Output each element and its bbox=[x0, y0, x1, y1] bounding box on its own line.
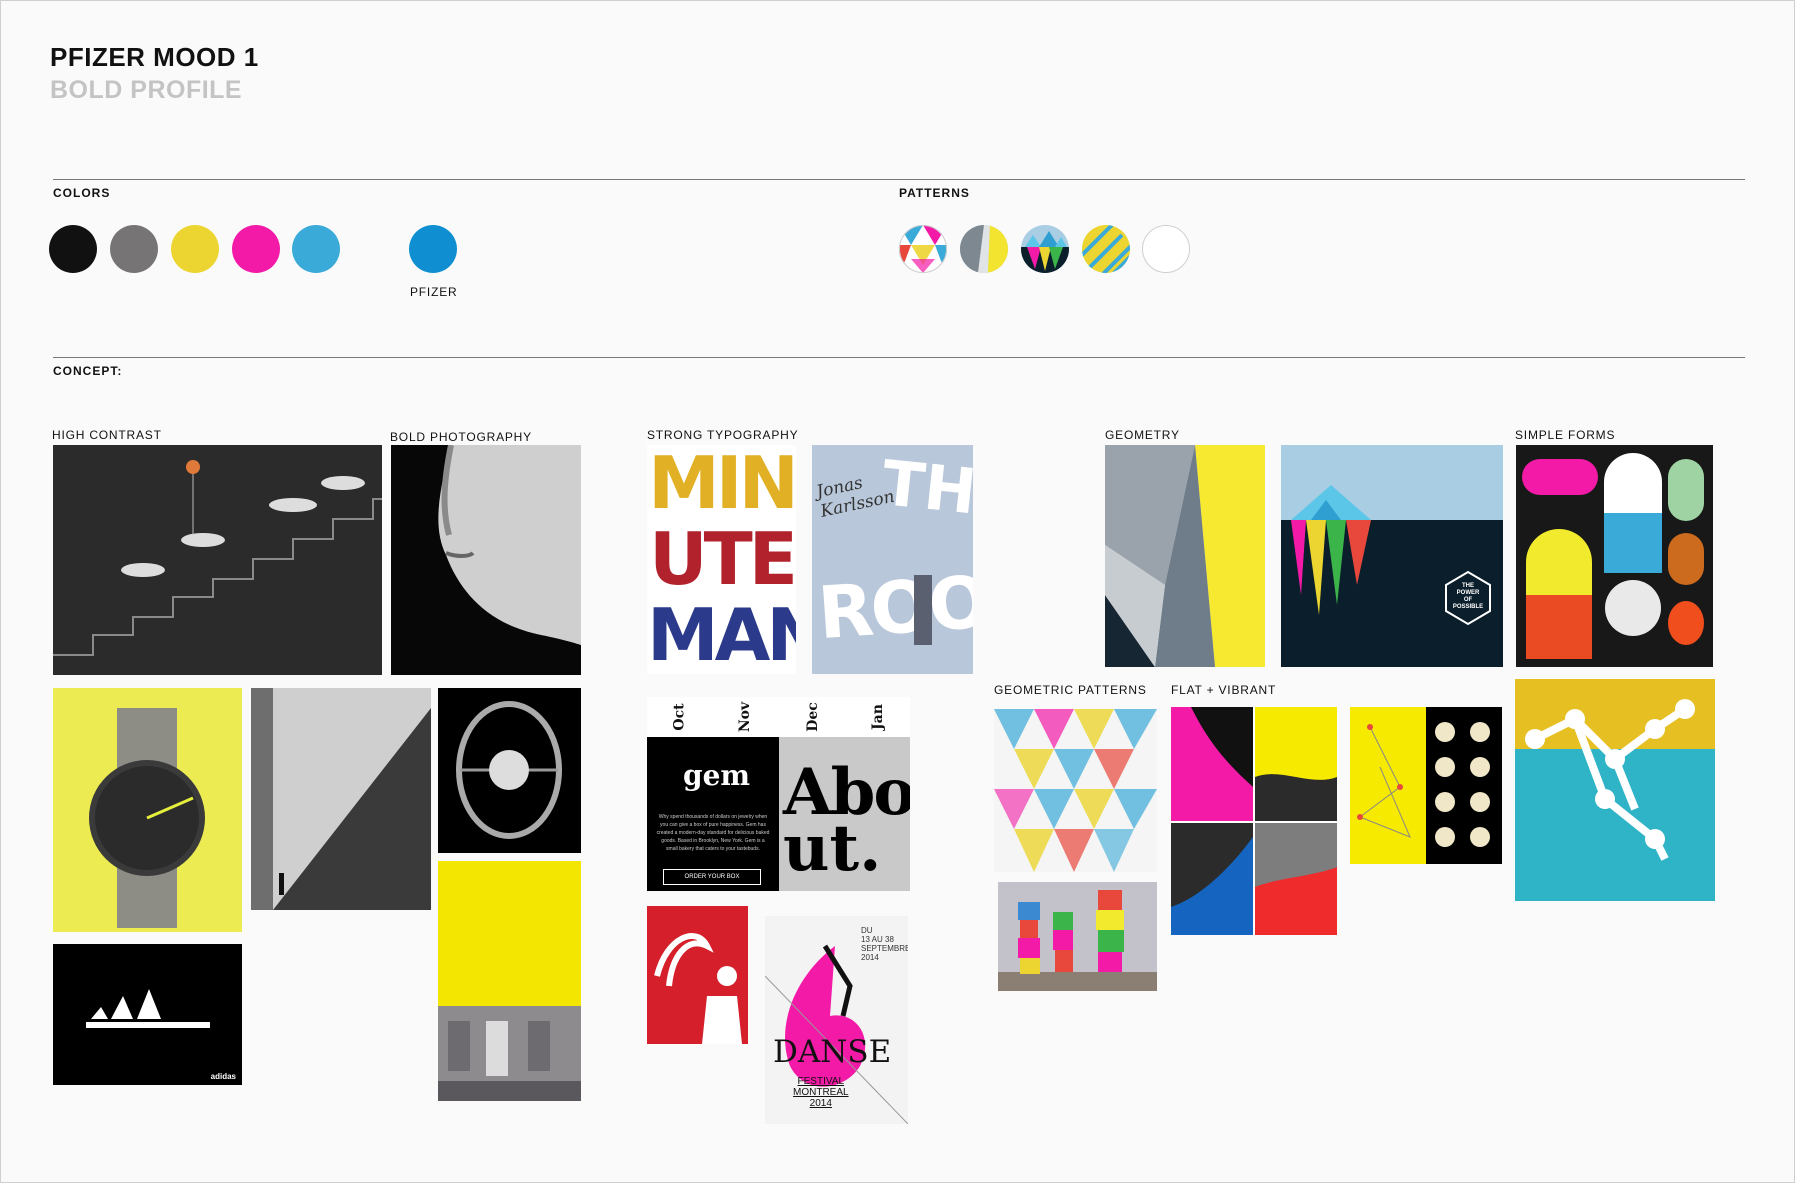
gem-website: Oct Nov Dec Jan gem Why spend thousands … bbox=[647, 697, 910, 891]
swatch-black bbox=[49, 225, 97, 273]
swatch-yellow bbox=[171, 225, 219, 273]
geometric-poster bbox=[1105, 445, 1265, 667]
iceberg-badge: THE POWER OF POSSIBLE bbox=[1452, 583, 1484, 610]
swatch-pfizer-blue bbox=[409, 225, 457, 273]
label-simple-forms: SIMPLE FORMS bbox=[1515, 428, 1616, 442]
label-geometric-patterns: GEOMETRIC PATTERNS bbox=[994, 683, 1147, 697]
gem-logo: gem bbox=[683, 759, 751, 792]
minuteman-line-1: MIN bbox=[648, 445, 796, 525]
danse-festival-poster: DU 13 AU 38 SEPTEMBRE 2014 DANSE FESTIVA… bbox=[765, 916, 908, 1124]
label-flat-vibrant: FLAT + VIBRANT bbox=[1171, 683, 1277, 697]
label-high-contrast: HIGH CONTRAST bbox=[52, 428, 162, 442]
stairs-photo bbox=[53, 445, 382, 675]
minuteman-line-2: UTE bbox=[649, 517, 796, 601]
network-illustration bbox=[1515, 679, 1715, 901]
gem-months: Oct Nov Dec Jan bbox=[647, 697, 910, 737]
yellow-building-photo bbox=[438, 861, 581, 1101]
gem-about: Abo ut. bbox=[779, 737, 910, 891]
gem-month: Nov bbox=[737, 701, 754, 733]
watch-photo bbox=[53, 688, 242, 932]
face-portrait-photo bbox=[391, 445, 581, 675]
pattern-blank-icon bbox=[1142, 225, 1190, 273]
flat-vibrant-grid bbox=[1171, 707, 1337, 935]
label-strong-typography: STRONG TYPOGRAPHY bbox=[647, 428, 799, 442]
room-figure bbox=[914, 575, 932, 645]
room-title-2: ROOM bbox=[815, 554, 973, 656]
swatch-gray bbox=[110, 225, 158, 273]
label-bold-photography: BOLD PHOTOGRAPHY bbox=[390, 430, 532, 444]
oval-sculpture-photo bbox=[438, 688, 581, 853]
minuteman-poster: MIN UTE MAN bbox=[647, 445, 796, 674]
concept-heading: CONCEPT: bbox=[53, 364, 123, 378]
patterns-heading: PATTERNS bbox=[899, 186, 970, 200]
adidas-logo-image: adidas bbox=[53, 944, 242, 1085]
danse-title: DANSE bbox=[773, 1034, 892, 1070]
pattern-gray-yellow-icon bbox=[960, 225, 1008, 273]
page-title: PFIZER MOOD 1 bbox=[50, 42, 259, 72]
divider-top bbox=[53, 179, 1745, 180]
gem-month: Oct bbox=[671, 703, 688, 731]
pattern-iceberg-icon bbox=[1021, 225, 1069, 273]
pattern-triangles-icon bbox=[899, 225, 947, 273]
swatch-pfizer-label: PFIZER bbox=[410, 285, 458, 299]
adidas-wordmark: adidas bbox=[210, 1072, 236, 1081]
iceberg-power-poster: THE POWER OF POSSIBLE bbox=[1281, 445, 1503, 667]
gem-order-button[interactable]: ORDER YOUR BOX bbox=[663, 869, 761, 885]
divider-concept bbox=[53, 357, 1745, 358]
page-subtitle: BOLD PROFILE bbox=[50, 76, 243, 104]
architecture-shadow-photo bbox=[251, 688, 431, 910]
danse-dates: DU 13 AU 38 SEPTEMBRE 2014 bbox=[861, 926, 908, 962]
constellation-poster bbox=[1350, 707, 1502, 864]
pattern-stripes-icon bbox=[1082, 225, 1130, 273]
pills-illustration bbox=[1516, 445, 1713, 667]
coca-cola-poster bbox=[647, 906, 748, 1044]
swatch-magenta bbox=[232, 225, 280, 273]
gem-month: Dec bbox=[805, 702, 822, 732]
danse-festival: FESTIVAL MONTREAL 2014 bbox=[793, 1076, 849, 1109]
gem-panel: gem Why spend thousands of dollars on je… bbox=[647, 737, 779, 891]
room-title-1: THE bbox=[878, 446, 973, 533]
triangle-pattern-image bbox=[994, 709, 1157, 872]
label-geometry: GEOMETRY bbox=[1105, 428, 1180, 442]
painted-rocks-photo bbox=[998, 882, 1157, 991]
gem-month: Jan bbox=[870, 704, 887, 730]
minuteman-line-3: MAN bbox=[647, 593, 796, 674]
gem-about-2: ut. bbox=[783, 811, 882, 886]
swatch-cyan bbox=[292, 225, 340, 273]
colors-heading: COLORS bbox=[53, 186, 111, 200]
gem-body: Why spend thousands of dollars on jewelr… bbox=[656, 814, 770, 852]
the-room-book-cover: Jonas Karlsson THE ROOM bbox=[812, 445, 973, 674]
